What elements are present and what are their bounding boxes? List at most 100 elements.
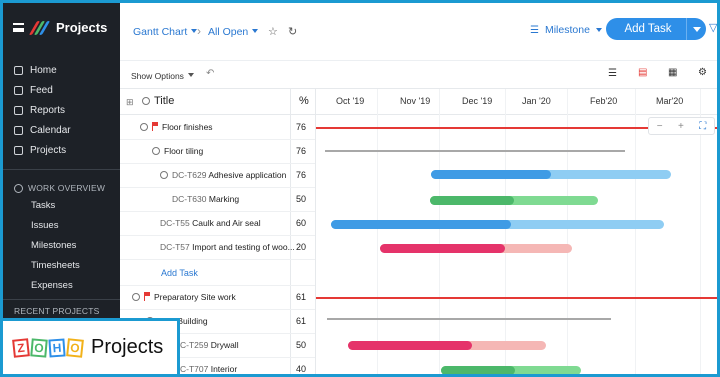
sidebar-item-projects[interactable]: Projects [14, 145, 66, 156]
add-task-label: Add Task [624, 23, 672, 35]
milestone-timeline[interactable] [316, 297, 717, 299]
product-name: Projects [91, 336, 164, 358]
sidebar-item-reports[interactable]: Reports [14, 105, 65, 116]
task-id: C-T259 [180, 340, 209, 350]
grid-header: ⊞ Title % Oct '19 Nov '19 Dec '19 Jan '2… [120, 89, 717, 115]
title-column-header[interactable]: Title [154, 95, 174, 107]
collapse-icon[interactable] [160, 171, 168, 179]
sidebar-item-feed[interactable]: Feed [14, 85, 53, 96]
task-id: DC-T629 [172, 170, 207, 180]
month-gridline [377, 89, 378, 374]
month-label: Nov '19 [400, 96, 431, 106]
table-row[interactable]: Floor finishes 76 [120, 116, 315, 140]
zoom-in-button[interactable]: + [678, 121, 684, 132]
task-bar-progress [380, 244, 505, 253]
table-row[interactable]: DC-T57 Import and testing of woo... 20 [120, 236, 315, 260]
milestone-icon: ☰ [530, 24, 539, 36]
zoom-out-button[interactable]: − [657, 121, 663, 132]
row-title: Adhesive application [208, 170, 287, 180]
list-view-icon[interactable]: ☰ [608, 68, 617, 79]
table-row[interactable]: DC-T630 Marking 50 [120, 188, 315, 212]
task-bar-progress [331, 220, 511, 229]
reports-icon [14, 106, 23, 115]
row-title: Preparatory Site work [154, 292, 236, 302]
sidebar-item-home[interactable]: Home [14, 65, 57, 76]
task-id: DC-T630 [172, 194, 207, 204]
row-percent: 50 [296, 340, 307, 350]
pdf-export-icon[interactable]: ▤ [638, 67, 647, 78]
collapse-all-icon[interactable] [142, 97, 150, 105]
show-options-label: Show Options [131, 71, 184, 81]
projects-logo-icon [28, 20, 51, 35]
table-row[interactable]: Floor tiling 76 [120, 140, 315, 164]
milestone-selector[interactable]: ☰ Milestone [530, 24, 602, 36]
row-percent: 61 [296, 292, 307, 302]
row-title: Interior [210, 364, 238, 374]
top-bar: Gantt Chart › All Open ☆ ↻ ☰ Milestone A… [120, 3, 717, 61]
month-gridline [505, 89, 506, 374]
group-summary-bar[interactable] [327, 318, 611, 320]
projects-icon [14, 146, 23, 155]
row-title: Drywall [210, 340, 239, 350]
add-task-dropdown[interactable] [686, 18, 706, 40]
calendar-icon [14, 126, 23, 135]
expand-all-icon[interactable]: ⊞ [126, 97, 134, 108]
zoho-branding: Z O H O Projects [0, 318, 180, 377]
fit-screen-icon[interactable]: ⛶ [699, 121, 706, 132]
month-label: Jan '20 [522, 96, 551, 106]
view-label: Gantt Chart [133, 26, 188, 38]
group-summary-bar[interactable] [325, 150, 625, 152]
sidebar-divider [3, 299, 120, 300]
gantt-grid: ⊞ Title % Oct '19 Nov '19 Dec '19 Jan '2… [120, 89, 717, 374]
task-id: C-T707 [180, 364, 209, 374]
view-selector[interactable]: Gantt Chart [133, 26, 198, 38]
work-overview-header[interactable]: WORK OVERVIEW [14, 183, 105, 193]
milestone-flag-icon [144, 292, 150, 301]
home-icon [14, 66, 23, 75]
row-percent: 20 [296, 242, 307, 252]
sidebar-item-calendar[interactable]: Calendar [14, 125, 71, 136]
sidebar-item-expenses[interactable]: Expenses [31, 280, 73, 291]
row-title: Caulk and Air seal [192, 218, 261, 228]
row-percent: 61 [296, 316, 307, 326]
show-options-button[interactable]: Show Options [131, 71, 194, 81]
row-percent: 60 [296, 218, 307, 228]
add-task-button[interactable]: Add Task [606, 18, 706, 40]
settings-icon[interactable]: ⚙ [698, 67, 707, 78]
filter-label: All Open [208, 26, 249, 38]
recent-projects-header[interactable]: RECENT PROJECTS [14, 306, 100, 316]
calendar-view-icon[interactable]: ▦ [668, 67, 677, 78]
filter-selector[interactable]: All Open [208, 26, 259, 38]
month-label: Dec '19 [462, 96, 493, 106]
month-label: Oct '19 [336, 96, 365, 106]
sidebar-item-issues[interactable]: Issues [31, 220, 58, 231]
table-row[interactable]: Preparatory Site work 61 [120, 286, 315, 310]
row-percent: 40 [296, 364, 307, 374]
sidebar-item-tasks[interactable]: Tasks [31, 200, 55, 211]
table-row[interactable]: DC-T55 Caulk and Air seal 60 [120, 212, 315, 236]
collapse-icon[interactable] [132, 293, 140, 301]
sidebar-item-label: Projects [30, 145, 67, 156]
row-title: Import and testing of woo... [192, 242, 295, 252]
undo-icon[interactable]: ↶ [206, 68, 214, 79]
task-id: DC-T57 [160, 242, 190, 252]
sidebar-item-timesheets[interactable]: Timesheets [31, 260, 80, 271]
sidebar-item-label: Calendar [30, 125, 71, 136]
sidebar-item-milestones[interactable]: Milestones [31, 240, 76, 251]
options-bar: Show Options ↶ ☰ ▤ ▦ ⚙ [120, 61, 717, 89]
section-title: RECENT PROJECTS [14, 306, 100, 316]
row-percent: 76 [296, 122, 307, 132]
collapse-icon[interactable] [152, 147, 160, 155]
filter-icon[interactable]: ▽ [709, 21, 717, 34]
refresh-icon[interactable]: ↻ [288, 25, 297, 38]
percent-column-header[interactable]: % [299, 95, 309, 107]
task-bar-progress [441, 366, 515, 374]
star-icon[interactable]: ☆ [268, 25, 278, 38]
table-row[interactable]: DC-T629 Adhesive application 76 [120, 164, 315, 188]
month-gridline [567, 89, 568, 374]
section-title: WORK OVERVIEW [28, 183, 106, 193]
add-task-link[interactable]: Add Task [161, 268, 198, 278]
hamburger-menu-icon[interactable] [13, 23, 24, 32]
collapse-icon[interactable] [140, 123, 148, 131]
task-bar-progress [431, 170, 551, 179]
